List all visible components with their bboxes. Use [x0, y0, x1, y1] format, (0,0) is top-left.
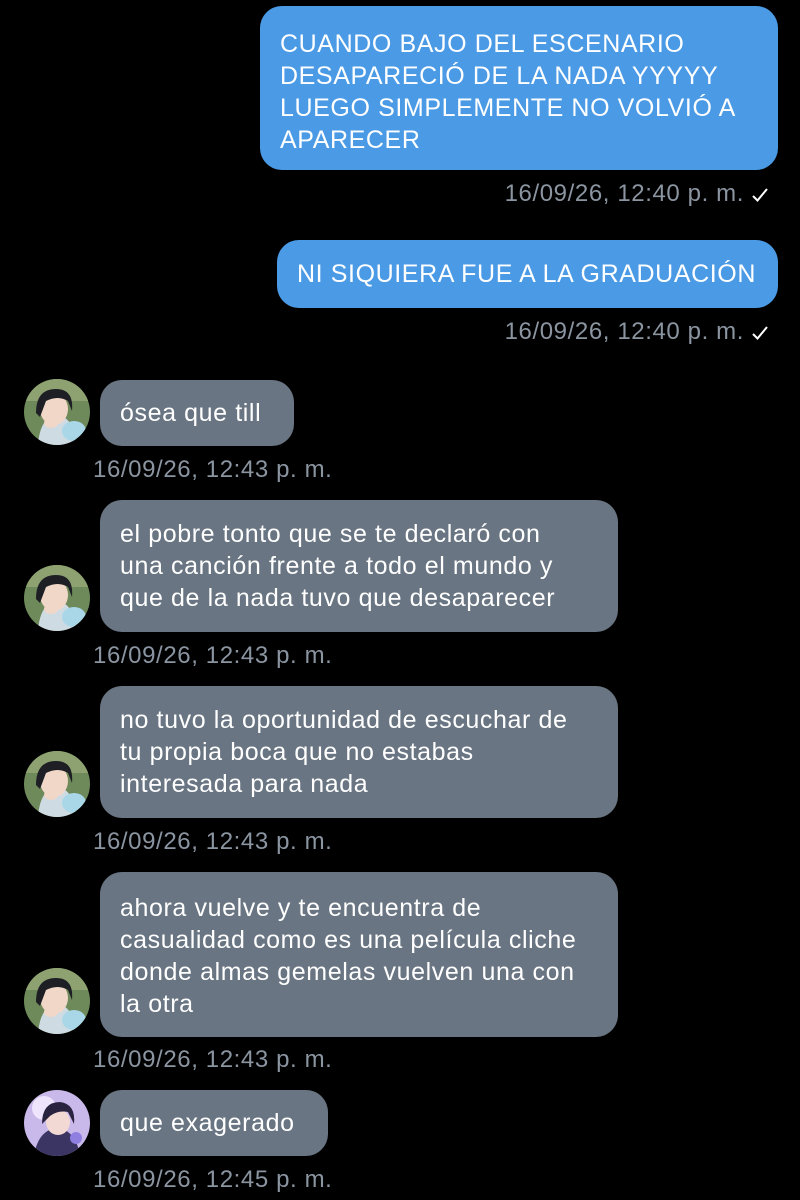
- dark-haired-girl-avatar[interactable]: [24, 565, 90, 631]
- message-timestamp: 16/09/26, 12:45 p. m.: [93, 1166, 333, 1193]
- message-timestamp: 16/09/26, 12:43 p. m.: [93, 642, 333, 669]
- incoming-message-bubble[interactable]: el pobre tonto que se te declaró con una…: [100, 500, 618, 632]
- single-check-icon: [752, 188, 768, 202]
- message-timestamp: 16/09/26, 12:40 p. m.: [504, 318, 744, 345]
- outgoing-message-bubble[interactable]: NI SIQUIERA FUE A LA GRADUACIÓN: [277, 240, 778, 308]
- message-timestamp: 16/09/26, 12:40 p. m.: [504, 180, 744, 207]
- message-timestamp: 16/09/26, 12:43 p. m.: [93, 1046, 333, 1073]
- dark-haired-girl-avatar[interactable]: [24, 379, 90, 445]
- dark-haired-girl-avatar[interactable]: [24, 751, 90, 817]
- incoming-message-bubble[interactable]: que exagerado: [100, 1090, 328, 1156]
- single-check-icon: [752, 326, 768, 340]
- incoming-message-bubble[interactable]: no tuvo la oportunidad de escuchar de tu…: [100, 686, 618, 818]
- message-timestamp: 16/09/26, 12:43 p. m.: [93, 456, 333, 483]
- outgoing-message-bubble[interactable]: CUANDO BAJO DEL ESCENARIO DESAPARECIÓ DE…: [260, 6, 778, 170]
- message-timestamp: 16/09/26, 12:43 p. m.: [93, 828, 333, 855]
- incoming-message-bubble[interactable]: ahora vuelve y te encuentra de casualida…: [100, 872, 618, 1037]
- dark-haired-girl-avatar[interactable]: [24, 968, 90, 1034]
- incoming-message-bubble[interactable]: ósea que till: [100, 380, 294, 446]
- purple-anime-avatar[interactable]: [24, 1090, 90, 1156]
